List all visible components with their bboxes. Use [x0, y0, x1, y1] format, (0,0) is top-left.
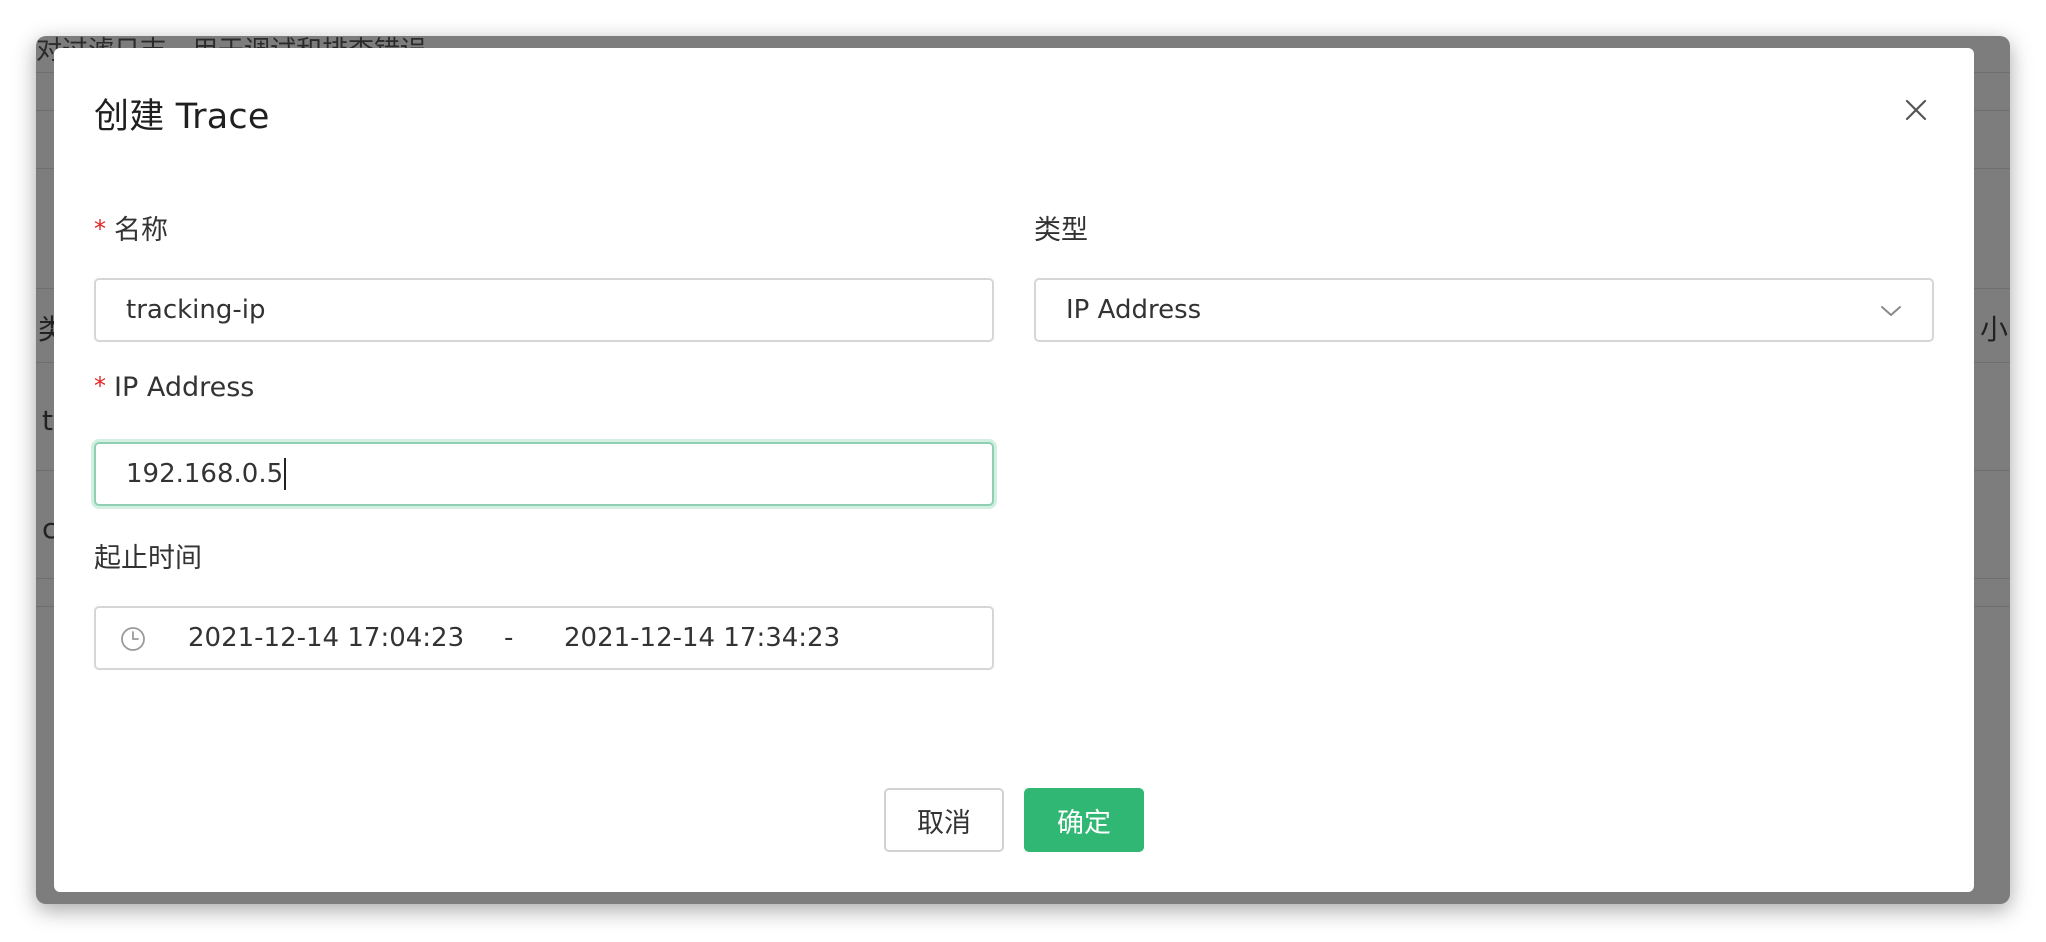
clock-icon [121, 627, 145, 651]
ip-address-label: * IP Address [94, 372, 254, 403]
name-input[interactable]: tracking-ip [94, 278, 994, 342]
cancel-button[interactable]: 取消 [884, 788, 1004, 852]
time-range-end[interactable]: 2021-12-14 17:34:23 [564, 623, 840, 653]
confirm-button[interactable]: 确定 [1024, 788, 1144, 852]
time-range-separator: - [504, 623, 514, 653]
name-label-text: 名称 [114, 215, 168, 246]
required-mark: * [94, 372, 106, 400]
ip-address-label-text: IP Address [114, 372, 255, 403]
type-select-value: IP Address [1066, 295, 1202, 325]
dialog-title: 创建 Trace [94, 97, 270, 137]
close-icon [1905, 99, 1927, 121]
time-range-label: 起止时间 [94, 543, 202, 574]
type-select[interactable]: IP Address [1034, 278, 1934, 342]
close-button[interactable] [1896, 90, 1936, 130]
ip-address-input-value: 192.168.0.5 [126, 459, 284, 489]
name-input-value: tracking-ip [126, 295, 266, 325]
time-range-picker[interactable]: 2021-12-14 17:04:23 - 2021-12-14 17:34:2… [94, 606, 994, 670]
time-range-start[interactable]: 2021-12-14 17:04:23 [188, 623, 464, 653]
required-mark: * [94, 215, 106, 243]
background-row-fragment: t [42, 404, 53, 437]
name-label: * 名称 [94, 208, 168, 247]
ip-address-input[interactable]: 192.168.0.5 [94, 442, 994, 506]
create-trace-dialog: 创建 Trace * 名称 tracking-ip 类型 IP Address *… [54, 48, 1974, 892]
text-caret [284, 458, 287, 490]
type-label: 类型 [1034, 215, 1088, 246]
chevron-down-icon [1881, 306, 1901, 316]
background-header-fragment: 小 [1979, 313, 2008, 346]
